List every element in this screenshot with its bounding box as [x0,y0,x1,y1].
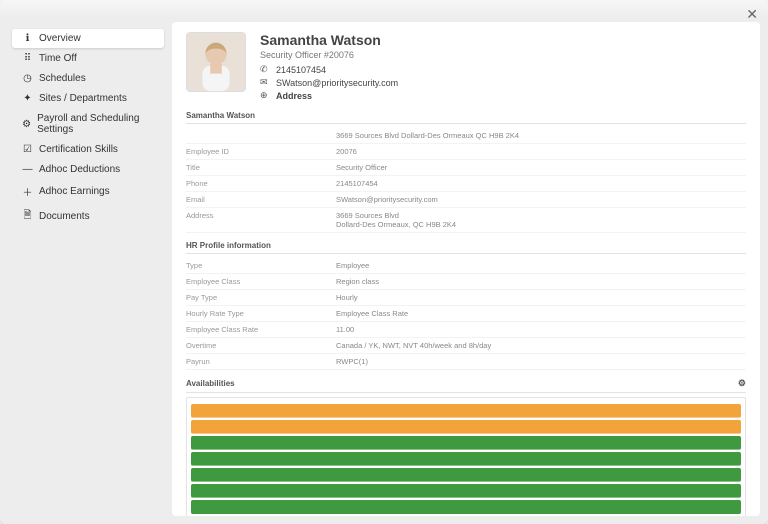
kv-class: Employee ClassRegion class [186,274,746,290]
close-icon[interactable]: ✕ [746,6,758,23]
profile-phone: 2145107454 [276,65,326,75]
availability-row[interactable] [191,500,741,514]
kv-type: TypeEmployee [186,258,746,274]
sidebar-item-deductions[interactable]: — Adhoc Deductions [12,160,164,179]
phone-icon: ✆ [260,64,270,75]
sidebar-item-timeoff[interactable]: ⠿ Time Off [12,49,164,68]
sidebar-item-label: Adhoc Earnings [39,186,110,197]
kv-overtime: OvertimeCanada / YK, NWT, NVT 40h/week a… [186,338,746,354]
profile-email-row: ✉ SWatson@prioritysecurity.com [260,77,398,88]
sidebar-item-overview[interactable]: ℹ︎ Overview [12,29,164,48]
sidebar-item-documents[interactable]: 🗎 Documents [12,204,164,229]
profile-header-info: Samantha Watson Security Officer #20076 … [260,32,398,103]
section-hr: HR Profile information [186,241,746,254]
sidebar-item-label: Payroll and Scheduling Settings [37,113,154,135]
document-icon: 🗎 [22,208,33,225]
kv-empid: Employee ID20076 [186,144,746,160]
sidebar-item-label: Documents [39,211,90,222]
sidebar-item-label: Overview [39,33,81,44]
globe-icon: ⊕ [260,90,270,101]
kv-payrun: PayrunRWPC(1) [186,354,746,370]
sidebar-item-label: Adhoc Deductions [39,164,120,175]
profile-address-row: ⊕ Address [260,90,398,101]
availability-row[interactable] [191,468,741,482]
check-icon: ☑ [22,144,33,155]
profile-header: Samantha Watson Security Officer #20076 … [186,32,746,103]
availability-row[interactable] [191,436,741,450]
plus-icon: ＋ [22,184,33,199]
star-icon: ✦ [22,93,33,104]
sidebar-item-schedules[interactable]: ◷ Schedules [12,69,164,88]
kv-fullname: 3669 Sources Blvd Dollard-Des Ormeaux QC… [186,128,746,144]
availability-row[interactable] [191,484,741,498]
availability-row[interactable] [191,404,741,418]
clock-icon: ◷ [22,73,33,84]
sidebar-item-label: Schedules [39,73,86,84]
gear-icon: ⚙ [22,119,31,130]
kv-classrate: Employee Class Rate11.00 [186,322,746,338]
address-label: Address [276,91,312,101]
kv-address: Address3669 Sources Blvd Dollard-Des Orm… [186,208,746,233]
info-icon: ℹ︎ [22,33,33,44]
section-basic-title: Samantha Watson [186,111,255,120]
availabilities-settings-icon[interactable]: ⚙ [738,378,746,389]
sidebar-item-label: Sites / Departments [39,93,127,104]
grid-icon: ⠿ [22,53,33,64]
section-basic: Samantha Watson [186,111,746,124]
kv-email: EmailSWatson@prioritysecurity.com [186,192,746,208]
modal-body: ℹ︎ Overview ⠿ Time Off ◷ Schedules ✦ Sit… [8,22,760,516]
kv-ratetype: Hourly Rate TypeEmployee Class Rate [186,306,746,322]
sidebar-item-label: Time Off [39,53,77,64]
sidebar-item-earnings[interactable]: ＋ Adhoc Earnings [12,180,164,203]
sidebar-item-label: Certification Skills [39,144,118,155]
availability-row[interactable] [191,420,741,434]
sidebar-item-payroll[interactable]: ⚙ Payroll and Scheduling Settings [12,109,164,139]
sidebar-item-cert[interactable]: ☑ Certification Skills [12,140,164,159]
kv-paytype: Pay TypeHourly [186,290,746,306]
sidebar: ℹ︎ Overview ⠿ Time Off ◷ Schedules ✦ Sit… [8,22,168,516]
availability-row[interactable] [191,452,741,466]
sidebar-item-sites[interactable]: ✦ Sites / Departments [12,89,164,108]
minus-icon: — [22,164,33,175]
profile-subtitle: Security Officer #20076 [260,50,398,60]
section-hr-title: HR Profile information [186,241,271,250]
availabilities-grid [186,397,746,516]
profile-name: Samantha Watson [260,32,398,48]
profile-phone-row: ✆ 2145107454 [260,64,398,75]
profile-email: SWatson@prioritysecurity.com [276,78,398,88]
kv-phone: Phone2145107454 [186,176,746,192]
main-panel: Samantha Watson Security Officer #20076 … [172,22,760,516]
mail-icon: ✉ [260,77,270,88]
section-availabilities: Availabilities ⚙ [186,378,746,393]
section-avail-title: Availabilities [186,379,235,388]
kv-title: TitleSecurity Officer [186,160,746,176]
avatar [186,32,246,92]
